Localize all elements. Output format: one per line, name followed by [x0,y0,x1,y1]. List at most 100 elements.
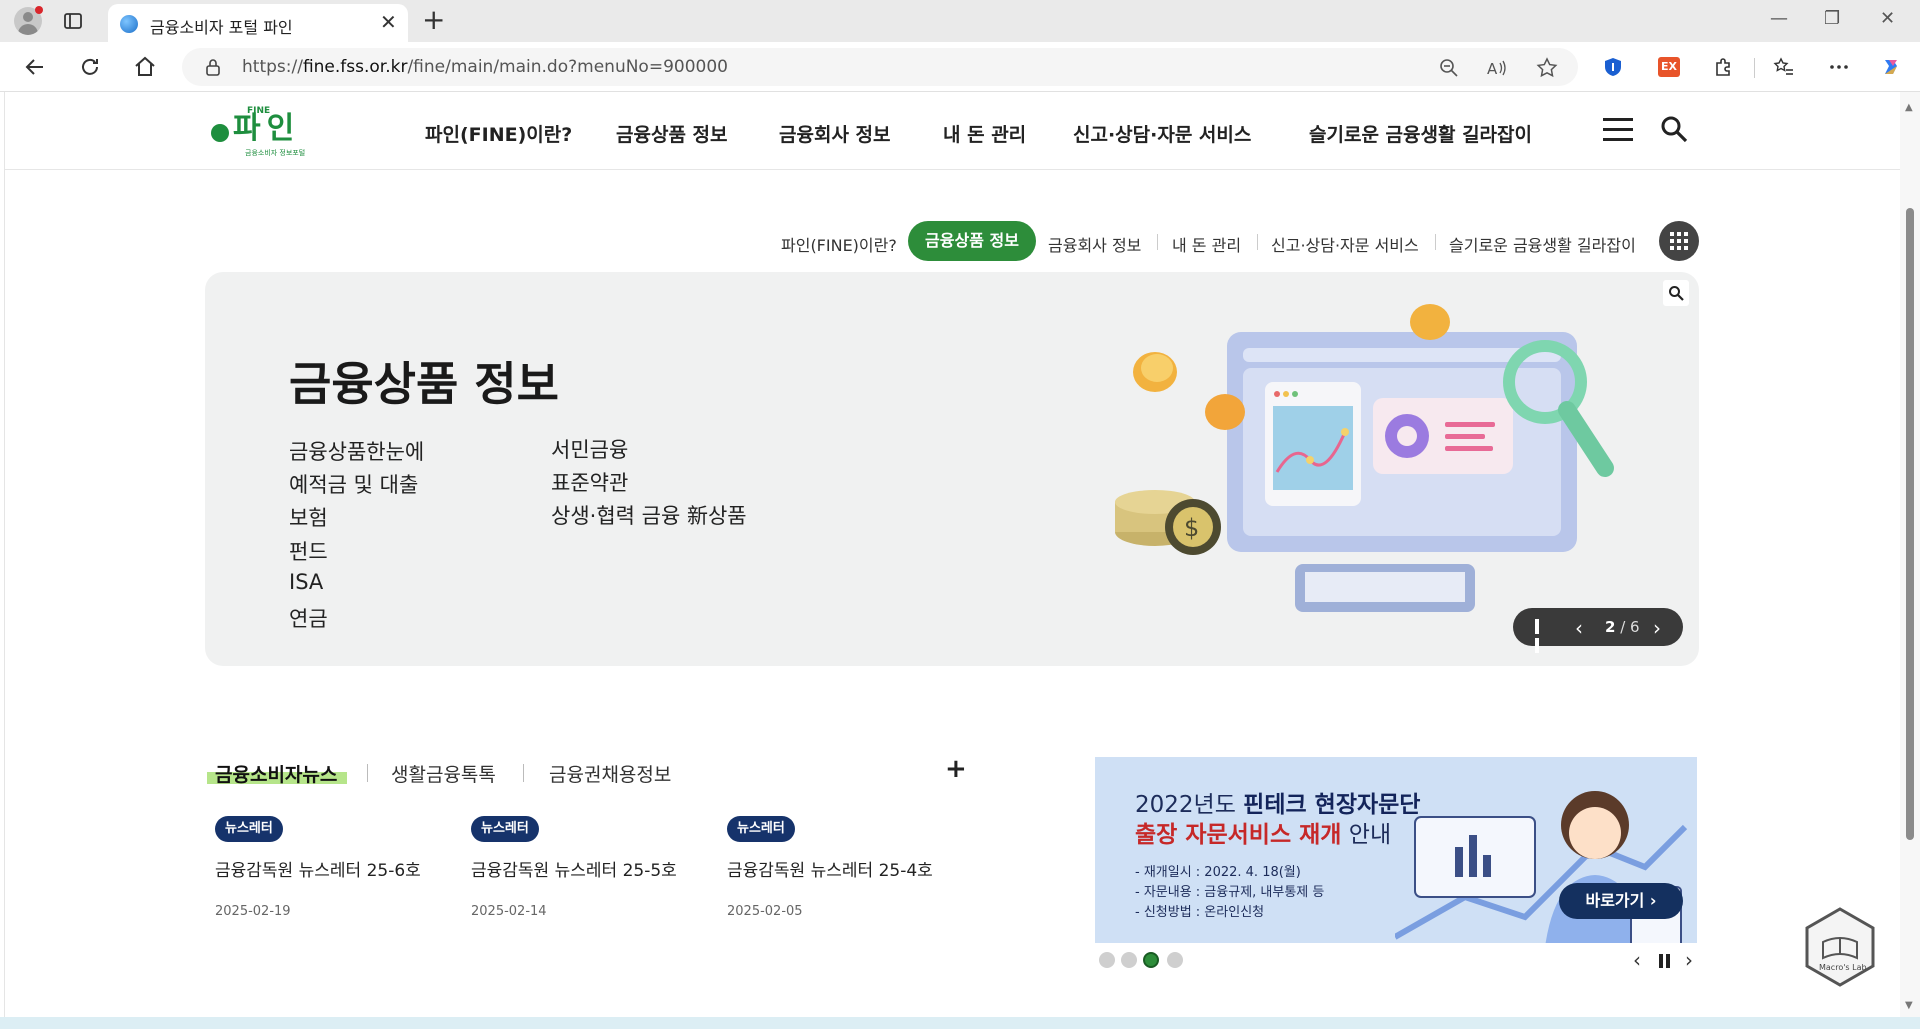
news-title[interactable]: 금융감독원 뉴스레터 25-6호 [215,856,421,881]
ex-extension-icon[interactable]: EX [1658,57,1680,77]
search-icon[interactable] [1659,114,1689,144]
hero-link[interactable]: 서민금융 [551,434,628,464]
subnav-sep [1435,234,1436,250]
subnav-sep [1157,234,1158,250]
read-aloud-icon[interactable]: A [1486,57,1508,79]
fintech-banner[interactable]: 2022년도 핀테크 현장자문단 출장 자문서비스 재개 안내 - 재개일시 :… [1095,757,1697,943]
news-tab-sep [523,764,524,782]
computer-coins-illustration: $ [1115,304,1614,612]
news-card[interactable]: 뉴스레터 금융감독원 뉴스레터 25-6호 2025-02-19 [215,816,445,926]
tab-life-finance[interactable]: 생활금융톡톡 [391,760,496,787]
zoom-out-icon[interactable] [1438,57,1460,79]
hero-zoom-icon[interactable] [1663,280,1689,306]
puzzle-extensions-icon[interactable] [1713,56,1735,78]
news-date: 2025-02-14 [471,904,547,919]
news-card[interactable]: 뉴스레터 금융감독원 뉴스레터 25-5호 2025-02-14 [471,816,701,926]
site-favicon-icon [120,15,138,33]
subnav-item-guide[interactable]: 슬기로운 금융생활 길라잡이 [1449,232,1636,256]
browser-tab-active[interactable]: 금융소비자 포털 파인 ✕ [108,4,408,42]
banner-dot[interactable] [1099,952,1115,968]
site-header: FINE 파인 금융소비자 정보포털 파인(FINE)이란? 금융상품 정보 금… [5,92,1900,170]
gnb-item-products[interactable]: 금융상품 정보 [616,120,728,147]
banner-pause-icon[interactable] [1659,953,1673,972]
scroll-down-icon[interactable]: ▼ [1905,1000,1913,1011]
banner-line2: 출장 자문서비스 재개 안내 [1135,822,1392,848]
home-icon[interactable] [132,54,158,80]
macros-lab-watermark: Macro's Lab [1805,907,1875,987]
banner-next-icon[interactable]: › [1685,948,1693,972]
banner-bullet: - 자문내용 : 금융규제, 내부통제 등 [1135,885,1325,900]
hero-link[interactable]: 보험 [289,502,328,532]
hero-link[interactable]: 상생·협력 금융 新상품 [551,500,747,530]
news-title[interactable]: 금융감독원 뉴스레터 25-5호 [471,856,677,881]
toolbar-divider [1754,58,1755,78]
gnb-item-report[interactable]: 신고·상담·자문 서비스 [1073,120,1251,147]
hero-link[interactable]: 예적금 및 대출 [289,469,418,499]
page-scrollbar[interactable]: ▲ ▼ [1900,92,1920,1017]
scroll-up-icon[interactable]: ▲ [1905,102,1913,113]
all-menu-grid-icon[interactable] [1659,221,1699,261]
news-card[interactable]: 뉴스레터 금융감독원 뉴스레터 25-4호 2025-02-05 [727,816,957,926]
subnav-item-report[interactable]: 신고·상담·자문 서비스 [1271,232,1419,256]
hero-link[interactable]: 펀드 [289,536,328,566]
copilot-icon[interactable] [1880,56,1902,78]
hero-title: 금융상품 정보 [289,357,559,411]
banner-bullet: - 재개일시 : 2022. 4. 18(월) [1135,865,1301,880]
window-close-icon[interactable]: ✕ [1880,8,1895,29]
banner-dot[interactable] [1121,952,1137,968]
lock-icon[interactable] [204,58,222,76]
menu-hamburger-icon[interactable] [1603,118,1637,142]
slider-counter: 2 / 6 [1605,618,1640,636]
tab-actions-icon[interactable] [62,10,84,32]
window-restore-icon[interactable]: ❐ [1824,8,1840,29]
favorite-star-icon[interactable] [1536,57,1558,79]
subnav-sep [1257,234,1258,250]
subnav-item-my-money[interactable]: 내 돈 관리 [1172,232,1241,256]
subnav-item-products[interactable]: 금융상품 정보 [908,221,1036,261]
hero-link[interactable]: ISA [289,570,323,594]
tab-recruit[interactable]: 금융권채용정보 [549,760,671,787]
banner-dot-active[interactable] [1143,952,1159,968]
gnb-item-about[interactable]: 파인(FINE)이란? [425,120,572,147]
window-minimize-icon[interactable]: — [1770,8,1788,29]
slider-pause-icon[interactable] [1535,619,1549,653]
favorites-list-icon[interactable] [1773,56,1795,78]
shield-extension-icon[interactable] [1602,56,1624,78]
fine-logo[interactable]: FINE 파인 금융소비자 정보포털 [209,102,319,158]
slider-next-icon[interactable]: › [1653,616,1661,640]
browser-tab-bar: 금융소비자 포털 파인 ✕ + — ❐ ✕ [0,0,1920,42]
new-tab-icon[interactable]: + [422,6,445,34]
slider-prev-icon[interactable]: ‹ [1575,616,1583,640]
back-arrow-icon[interactable] [22,54,48,80]
news-date: 2025-02-19 [215,904,291,919]
logo-subtitle: 금융소비자 정보포털 [245,149,306,157]
hero-slider-control: ‹ 2 / 6 › [1513,608,1683,653]
subnav-item-companies[interactable]: 금융회사 정보 [1048,232,1141,256]
hero-link[interactable]: 금융상품한눈에 [289,436,424,466]
news-tab-sep [367,764,368,782]
gnb-item-companies[interactable]: 금융회사 정보 [779,120,891,147]
hero-link[interactable]: 연금 [289,603,328,633]
browser-address-bar: https://fine.fss.or.kr/fine/main/main.do… [0,42,1920,92]
hero-link[interactable]: 표준약관 [551,467,628,497]
url-field[interactable]: https://fine.fss.or.kr/fine/main/main.do… [182,48,1578,86]
svg-text:$: $ [1184,514,1199,542]
banner-prev-icon[interactable]: ‹ [1633,948,1641,972]
news-more-plus-icon[interactable]: + [945,754,967,784]
news-badge: 뉴스레터 [471,816,539,842]
url-text: https://fine.fss.or.kr/fine/main/main.do… [242,57,728,77]
gnb-item-guide[interactable]: 슬기로운 금융생활 길라잡이 [1309,120,1532,147]
reload-icon[interactable] [77,54,103,80]
more-options-icon[interactable] [1828,56,1850,78]
scroll-thumb[interactable] [1906,208,1914,840]
subnav-item-about[interactable]: 파인(FINE)이란? [781,232,897,256]
news-date: 2025-02-05 [727,904,803,919]
tab-consumer-news[interactable]: 금융소비자뉴스 [215,760,337,787]
news-badge: 뉴스레터 [215,816,283,842]
banner-go-button[interactable]: 바로가기 › [1559,883,1683,919]
gnb-item-my-money[interactable]: 내 돈 관리 [943,120,1026,147]
tab-close-icon[interactable]: ✕ [380,12,397,32]
news-title[interactable]: 금융감독원 뉴스레터 25-4호 [727,856,933,881]
logo-circle-icon [211,124,229,142]
banner-dot[interactable] [1167,952,1183,968]
